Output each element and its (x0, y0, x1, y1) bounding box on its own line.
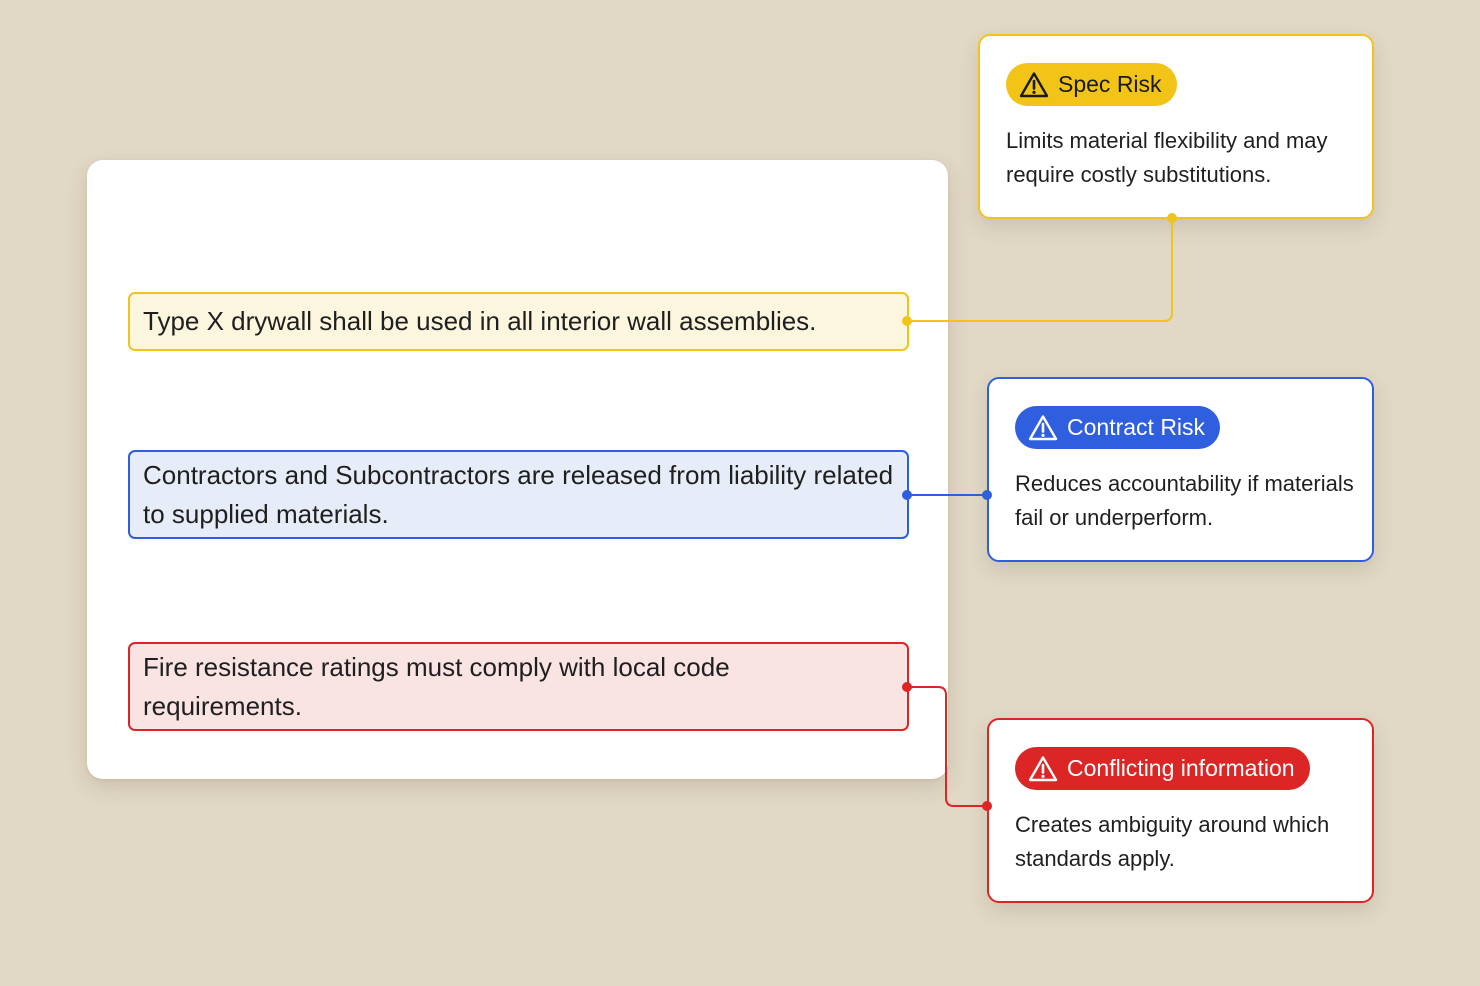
risk-badge-spec[interactable]: Spec Risk (1006, 63, 1177, 106)
highlighted-clause-contract[interactable]: Contractors and Subcontractors are relea… (128, 450, 909, 539)
highlighted-clause-conflict[interactable]: Fire resistance ratings must comply with… (128, 642, 909, 731)
highlighted-clause-spec[interactable]: Type X drywall shall be used in all inte… (128, 292, 909, 351)
risk-description: Limits material flexibility and may requ… (1006, 128, 1328, 187)
risk-description: Creates ambiguity around which standards… (1015, 812, 1330, 871)
risk-badge-contract[interactable]: Contract Risk (1015, 406, 1221, 449)
risk-card-contract[interactable]: Contract Risk Reduces accountability if … (987, 377, 1374, 562)
risk-badge-conflict[interactable]: Conflicting information (1015, 747, 1310, 790)
risk-description: Reduces accountability if materials fail… (1015, 471, 1354, 530)
risk-badge-label: Spec Risk (1058, 71, 1162, 97)
risk-card-spec[interactable]: Spec Risk Limits material flexibility an… (978, 34, 1374, 219)
warning-triangle-icon (1018, 70, 1050, 100)
clause-text: Fire resistance ratings must comply with… (143, 651, 730, 721)
risk-card-conflict[interactable]: Conflicting information Creates ambiguit… (987, 718, 1374, 903)
warning-triangle-icon (1027, 413, 1059, 443)
risk-badge-label: Conflicting information (1067, 755, 1295, 781)
risk-badge-label: Contract Risk (1067, 414, 1206, 440)
warning-triangle-icon (1027, 754, 1059, 784)
clause-text: Type X drywall shall be used in all inte… (143, 306, 817, 336)
clause-text: Contractors and Subcontractors are relea… (143, 459, 894, 529)
